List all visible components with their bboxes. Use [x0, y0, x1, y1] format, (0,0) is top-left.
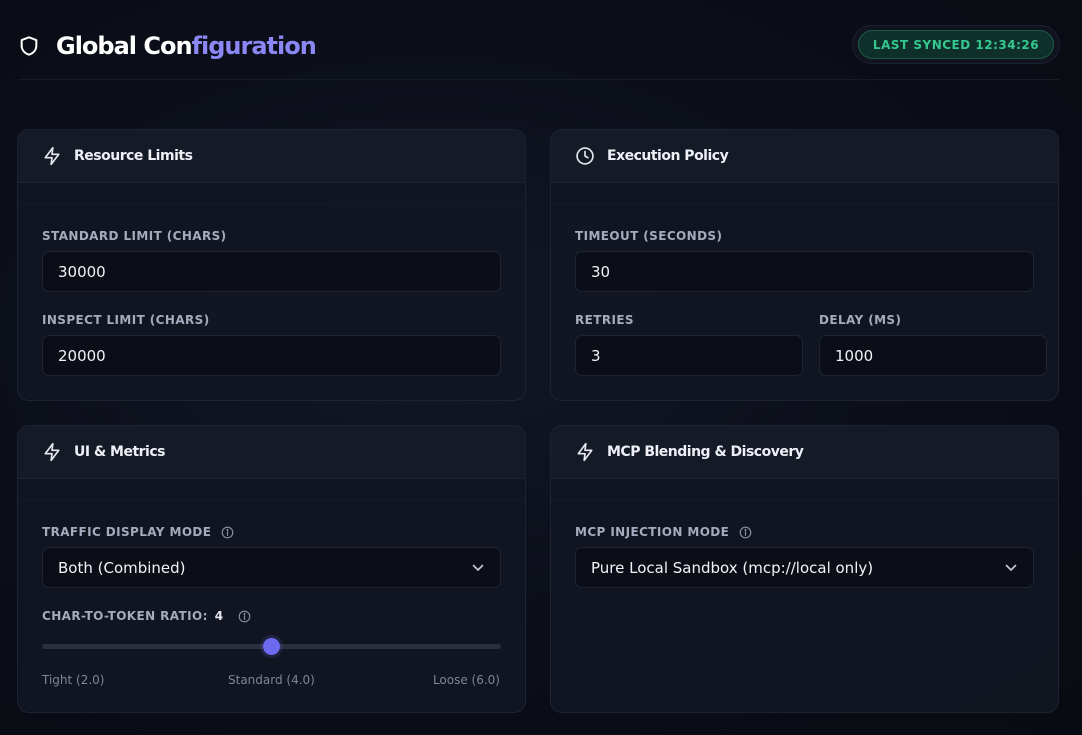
chevron-down-icon	[1005, 564, 1017, 572]
mcp-title: MCP Blending & Discovery	[607, 444, 804, 460]
card-divider	[18, 183, 525, 204]
execution-policy-title: Execution Policy	[607, 148, 729, 164]
bolt-icon	[42, 442, 62, 462]
execution-policy-card: Execution Policy TIMEOUT (SECONDS) 30 RE…	[550, 129, 1059, 401]
title-wrap: Global Configuration	[18, 32, 317, 60]
ui-metrics-card: UI & Metrics TRAFFIC DISPLAY MODE Both (…	[17, 425, 526, 713]
delay-label: DELAY (MS)	[819, 313, 902, 327]
resource-limits-header: Resource Limits	[18, 130, 525, 183]
traffic-mode-select[interactable]: Both (Combined)	[42, 547, 501, 588]
title-accent: figuration	[191, 32, 317, 60]
page-header: Global Configuration LAST SYNCED 12:34:2…	[18, 22, 1060, 80]
sync-status-container: LAST SYNCED 12:34:26	[852, 25, 1060, 64]
ratio-label: CHAR-TO-TOKEN RATIO: 4	[42, 609, 251, 623]
traffic-mode-label: TRAFFIC DISPLAY MODE	[42, 525, 234, 539]
ratio-tick-low: Tight (2.0)	[42, 673, 105, 687]
card-divider	[551, 183, 1058, 204]
info-icon[interactable]	[739, 526, 752, 539]
execution-policy-header: Execution Policy	[551, 130, 1058, 183]
ratio-label-text: CHAR-TO-TOKEN RATIO:	[42, 609, 208, 623]
traffic-mode-value: Both (Combined)	[58, 558, 186, 577]
ratio-tick-mid: Standard (4.0)	[228, 673, 315, 687]
mcp-injection-label-text: MCP INJECTION MODE	[575, 525, 730, 539]
sync-status-badge: LAST SYNCED 12:34:26	[857, 30, 1055, 59]
bolt-icon	[42, 146, 62, 166]
ratio-slider-thumb[interactable]	[263, 638, 280, 655]
mcp-injection-value: Pure Local Sandbox (mcp://local only)	[591, 558, 874, 577]
ratio-tick-high: Loose (6.0)	[432, 673, 500, 687]
inspect-limit-input[interactable]: 20000	[42, 335, 501, 376]
ratio-value: 4	[214, 609, 224, 623]
ui-metrics-title: UI & Metrics	[74, 444, 166, 460]
mcp-injection-label: MCP INJECTION MODE	[575, 525, 752, 539]
chevron-down-icon	[472, 564, 484, 572]
page-title: Global Configuration	[56, 32, 317, 60]
timeout-input[interactable]: 30	[575, 251, 1034, 292]
info-icon[interactable]	[238, 610, 251, 623]
info-icon[interactable]	[221, 526, 234, 539]
resource-limits-title: Resource Limits	[74, 148, 193, 164]
resource-limits-card: Resource Limits STANDARD LIMIT (CHARS) 3…	[17, 129, 526, 401]
mcp-header: MCP Blending & Discovery	[551, 426, 1058, 479]
delay-input[interactable]: 1000	[819, 335, 1047, 376]
inspect-limit-label: INSPECT LIMIT (CHARS)	[42, 313, 210, 327]
ui-metrics-header: UI & Metrics	[18, 426, 525, 479]
clock-icon	[575, 146, 595, 166]
card-divider	[551, 479, 1058, 500]
shield-icon	[20, 36, 38, 56]
traffic-mode-label-text: TRAFFIC DISPLAY MODE	[42, 525, 212, 539]
standard-limit-label: STANDARD LIMIT (CHARS)	[42, 229, 227, 243]
title-main: Global Con	[56, 32, 193, 60]
bolt-icon	[575, 442, 595, 462]
standard-limit-input[interactable]: 30000	[42, 251, 501, 292]
card-divider	[18, 479, 525, 500]
mcp-card: MCP Blending & Discovery MCP INJECTION M…	[550, 425, 1059, 713]
timeout-label: TIMEOUT (SECONDS)	[575, 229, 723, 243]
retries-label: RETRIES	[575, 313, 634, 327]
retries-input[interactable]: 3	[575, 335, 803, 376]
mcp-injection-select[interactable]: Pure Local Sandbox (mcp://local only)	[575, 547, 1034, 588]
